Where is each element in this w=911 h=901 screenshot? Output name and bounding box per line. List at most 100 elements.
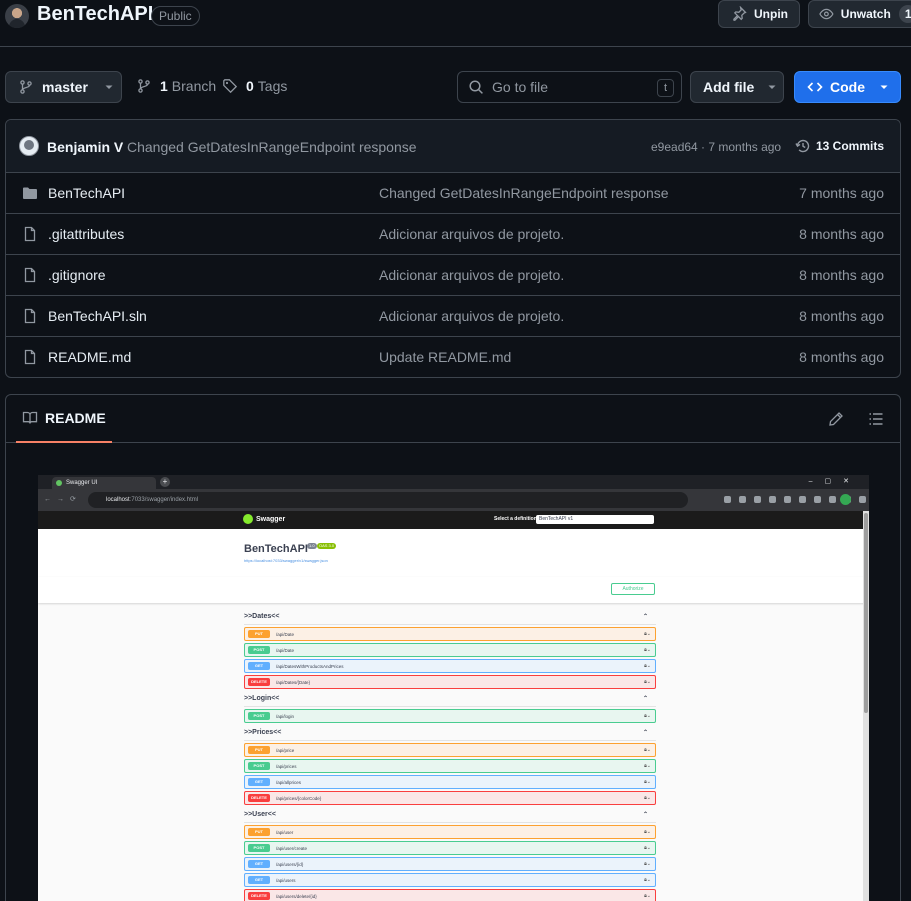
pin-icon: [733, 6, 747, 21]
profile-icon: [840, 494, 851, 505]
file-list: BenTechAPI Changed GetDatesInRangeEndpoin…: [6, 173, 900, 377]
file-name[interactable]: README.md: [48, 349, 131, 365]
search-icon: [469, 80, 483, 94]
caret-down-icon: [768, 85, 776, 89]
swagger-operation: POST/api/user/create 🔒︎⌄: [244, 841, 656, 855]
shortcut-hint: t: [657, 79, 674, 97]
file-commit-message[interactable]: Adicionar arquivos de projeto.: [379, 267, 564, 283]
definition-label: Select a definition: [494, 516, 537, 522]
swagger-operation: POST/api/prices 🔒︎⌄: [244, 759, 656, 773]
file-name[interactable]: BenTechAPI.sln: [48, 308, 147, 324]
commit-message[interactable]: Changed GetDatesInRangeEndpoint response: [127, 139, 417, 155]
operation-path: /api/Dates/{Date}: [276, 679, 311, 685]
go-to-file-search[interactable]: t: [457, 71, 682, 103]
commits-count: 13 Commits: [816, 139, 885, 153]
lock-chevron-icon: 🔒︎⌄: [644, 747, 651, 753]
swagger-operation: DELETE/api/users/delete/{id} 🔒︎⌄: [244, 889, 656, 901]
code-icon: [807, 82, 823, 92]
add-file-label: Add file: [703, 79, 755, 95]
branch-selector[interactable]: master: [5, 71, 122, 103]
swagger-operation: GET/api/users 🔒︎⌄: [244, 873, 656, 887]
file-row[interactable]: BenTechAPI.sln Adicionar arquivos de proj…: [6, 296, 900, 337]
commit-author[interactable]: Benjamin V: [47, 139, 123, 155]
file-commit-message[interactable]: Adicionar arquivos de projeto.: [379, 226, 564, 242]
swagger-operation: PUT/api/Date 🔒︎⌄: [244, 627, 656, 641]
file-commit-message[interactable]: Update README.md: [379, 349, 511, 365]
swagger-tag-name: >>Prices<<: [244, 729, 282, 736]
browser-nav-icons: ←→⟳: [44, 496, 82, 503]
add-file-button[interactable]: Add file: [690, 71, 784, 103]
operation-path: /api/user: [276, 829, 294, 835]
commits-history-link[interactable]: 13 Commits: [795, 138, 884, 154]
readme-tab-label: README: [45, 410, 106, 426]
branches-link[interactable]: 1 Branch: [136, 78, 216, 94]
http-method-badge: GET: [248, 860, 270, 868]
operation-path: /api/price: [276, 747, 295, 753]
tag-label: Tags: [257, 78, 288, 94]
swagger-tag-group: >>Prices<< ⌃: [244, 725, 656, 741]
browser-tab: Swagger UI: [52, 477, 156, 489]
file-commit-message[interactable]: Changed GetDatesInRangeEndpoint response: [379, 185, 669, 201]
branch-count: 1: [160, 78, 168, 94]
pencil-icon[interactable]: [828, 411, 844, 427]
file-name[interactable]: .gitattributes: [48, 226, 124, 242]
file-browser: Benjamin V Changed GetDatesInRangeEndpoi…: [5, 119, 901, 378]
swagger-tag-name: >>Login<<: [244, 695, 280, 702]
unwatch-button[interactable]: Unwatch 1: [808, 0, 911, 28]
browser-address-bar: ←→⟳ localhost:7033/swagger/index.html: [38, 489, 869, 511]
watch-counter: 1: [898, 5, 911, 23]
swagger-operation: GET/api/allprices 🔒︎⌄: [244, 775, 656, 789]
operation-path: /api/login: [276, 713, 295, 719]
repo-title[interactable]: BenTechAPI: [37, 3, 153, 26]
visibility-badge: Public: [151, 6, 200, 26]
file-name[interactable]: BenTechAPI: [48, 185, 125, 201]
latest-commit-bar: Benjamin V Changed GetDatesInRangeEndpoi…: [6, 120, 900, 173]
lock-chevron-icon: 🔒︎⌄: [644, 763, 651, 769]
swagger-tag-group: >>Dates<< ⌃: [244, 609, 656, 625]
chevron-up-icon: ⌃: [642, 696, 648, 702]
operation-path: /api/users/delete/{id}: [276, 893, 317, 899]
file-row[interactable]: BenTechAPI Changed GetDatesInRangeEndpoin…: [6, 173, 900, 214]
readme-tab[interactable]: README: [16, 395, 112, 443]
search-input[interactable]: [492, 79, 652, 95]
branch-icon: [20, 80, 32, 94]
tags-link[interactable]: 0 Tags: [222, 78, 287, 94]
unpin-button[interactable]: Unpin: [718, 0, 800, 28]
browser-url: localhost:7033/swagger/index.html: [88, 492, 688, 508]
repo-header: BenTechAPI Public Unpin Unwatch 1: [0, 0, 911, 47]
file-row[interactable]: README.md Update README.md 8 months ago: [6, 337, 900, 377]
tag-icon: [223, 79, 238, 94]
operation-path: /api/users: [276, 877, 296, 883]
operation-path: /api/Date: [276, 647, 295, 653]
swagger-operations: >>Dates<< ⌃ PUT/api/Date 🔒︎⌄ POST/api/Date 🔒︎…: [244, 609, 656, 901]
file-name[interactable]: .gitignore: [48, 267, 106, 283]
lock-chevron-icon: 🔒︎⌄: [644, 713, 651, 719]
branch-icon: [138, 79, 150, 93]
file-row[interactable]: .gitattributes Adicionar arquivos de proj…: [6, 214, 900, 255]
lock-chevron-icon: 🔒︎⌄: [644, 845, 651, 851]
commit-hash-time[interactable]: e9ead64 · 7 months ago: [651, 140, 781, 154]
browser-tabstrip: Swagger UI + –▢✕: [38, 475, 869, 489]
owner-avatar[interactable]: [5, 4, 29, 28]
version-badge: 1.0: [307, 543, 317, 549]
chevron-up-icon: ⌃: [642, 730, 648, 736]
commit-author-avatar[interactable]: [19, 136, 39, 156]
unwatch-label: Unwatch: [840, 7, 891, 21]
http-method-badge: PUT: [248, 630, 270, 638]
code-button[interactable]: Code: [794, 71, 901, 103]
lock-chevron-icon: 🔒︎⌄: [644, 679, 651, 685]
outline-list-icon[interactable]: [868, 411, 884, 427]
swagger-tag-name: >>Dates<<: [244, 613, 280, 620]
swagger-logo: Swagger: [243, 514, 285, 524]
url-host: localhost: [106, 497, 130, 503]
spec-link: https://localhost:7033/swagger/v1/swagge…: [244, 558, 328, 563]
file-row[interactable]: .gitignore Adicionar arquivos de projeto.…: [6, 255, 900, 296]
lock-chevron-icon: 🔒︎⌄: [644, 829, 651, 835]
file-commit-message[interactable]: Adicionar arquivos de projeto.: [379, 308, 564, 324]
file-icon: [24, 267, 36, 283]
branch-name: master: [42, 79, 88, 95]
api-title: BenTechAPI: [244, 543, 308, 555]
swagger-logo-text: Swagger: [256, 515, 286, 523]
file-commit-time: 7 months ago: [799, 185, 884, 201]
http-method-badge: POST: [248, 712, 270, 720]
